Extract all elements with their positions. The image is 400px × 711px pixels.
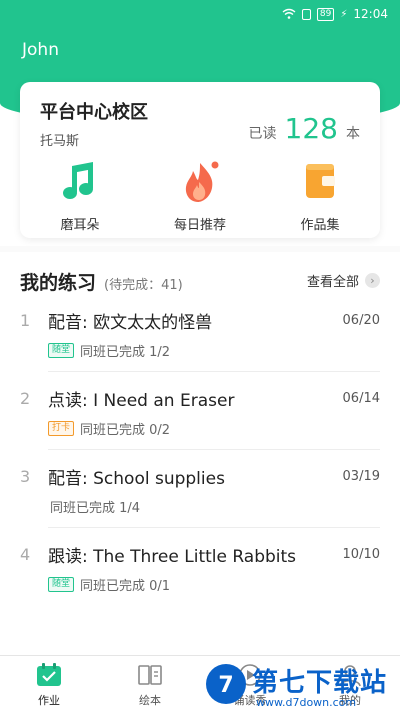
practice-section-title: 我的练习 (待完成：41) <box>20 268 183 295</box>
wifi-icon <box>282 8 296 19</box>
read-number: 128 <box>284 112 338 145</box>
watermark-logo: 7 <box>206 664 246 704</box>
item-title: 配音: School supplies <box>48 469 225 489</box>
item-title: 跟读: The Three Little Rabbits <box>48 547 297 567</box>
item-progress: 同班已完成 1/2 <box>80 345 171 360</box>
view-all-label: 查看全部 <box>306 275 359 290</box>
watermark-url: www.d7down.com <box>256 696 357 709</box>
read-label: 已读 <box>248 126 277 142</box>
wallet-icon <box>298 160 342 204</box>
item-progress: 同班已完成 0/2 <box>80 423 171 438</box>
charging-icon: ⚡ <box>340 8 348 20</box>
item-index: 1 <box>20 311 31 330</box>
item-date: 10/10 <box>342 547 380 562</box>
flame-icon <box>178 160 222 204</box>
svg-text:7: 7 <box>218 673 233 698</box>
picture-book-icon <box>136 662 164 688</box>
item-divider <box>48 527 380 528</box>
sim-icon <box>301 8 311 20</box>
practice-item[interactable]: 1 配音: 欧文太太的怪兽 06/20 随堂 同班已完成 1/2 <box>0 311 400 389</box>
user-name[interactable]: John <box>22 40 59 60</box>
quick-action-portfolio[interactable]: 作品集 <box>280 160 360 233</box>
school-name[interactable]: 平台中心校区 <box>40 98 148 124</box>
section-divider <box>0 246 400 252</box>
music-note-icon <box>58 160 102 204</box>
item-tag: 随堂 <box>48 577 75 592</box>
school-card: 平台中心校区 托马斯 已读 128 本 磨耳朵 每日推荐 作品集 <box>20 82 380 238</box>
item-date: 06/14 <box>342 391 380 406</box>
tab-picture-book[interactable]: 绘本 <box>110 662 190 708</box>
tab-label: 作业 <box>38 694 60 707</box>
practice-item[interactable]: 4 跟读: The Three Little Rabbits 10/10 随堂 … <box>0 545 400 623</box>
status-bar: 89 ⚡ 12:04 <box>0 0 400 28</box>
read-count[interactable]: 已读 128 本 <box>249 112 360 145</box>
teacher-name: 托马斯 <box>40 134 80 149</box>
quick-action-listening[interactable]: 磨耳朵 <box>40 160 120 233</box>
item-index: 2 <box>20 389 31 408</box>
quick-action-label: 作品集 <box>300 218 340 233</box>
homework-icon <box>35 662 63 688</box>
pending-count: (待完成：41) <box>104 278 183 293</box>
quick-action-label: 磨耳朵 <box>60 218 100 233</box>
watermark: 7 第七下载站 www.d7down.com <box>204 662 394 709</box>
quick-action-daily[interactable]: 每日推荐 <box>160 160 240 233</box>
item-index: 4 <box>20 545 31 564</box>
item-tag: 随堂 <box>48 343 75 358</box>
tab-homework[interactable]: 作业 <box>9 662 89 708</box>
item-date: 06/20 <box>342 313 380 328</box>
watermark-title: 第七下载站 <box>252 668 388 698</box>
item-title: 点读: I Need an Eraser <box>48 391 235 411</box>
quick-action-label: 每日推荐 <box>173 218 226 233</box>
tab-label: 绘本 <box>139 694 161 707</box>
practice-item[interactable]: 2 点读: I Need an Eraser 06/14 打卡 同班已完成 0/… <box>0 389 400 467</box>
item-index: 3 <box>20 467 31 486</box>
item-date: 03/19 <box>342 469 380 484</box>
view-all-link[interactable]: 查看全部 › <box>307 271 380 290</box>
battery-indicator: 89 <box>316 7 335 21</box>
item-progress: 同班已完成 1/4 <box>50 501 141 516</box>
item-title: 配音: 欧文太太的怪兽 <box>48 313 213 333</box>
practice-item[interactable]: 3 配音: School supplies 03/19 同班已完成 1/4 <box>0 467 400 545</box>
item-divider <box>48 449 380 450</box>
practice-title: 我的练习 <box>20 272 97 294</box>
item-tag: 打卡 <box>48 421 75 436</box>
item-progress: 同班已完成 0/1 <box>80 579 171 594</box>
clock: 12:04 <box>353 7 388 21</box>
read-unit: 本 <box>346 126 360 142</box>
item-divider <box>48 371 380 372</box>
chevron-right-icon: › <box>365 273 380 288</box>
